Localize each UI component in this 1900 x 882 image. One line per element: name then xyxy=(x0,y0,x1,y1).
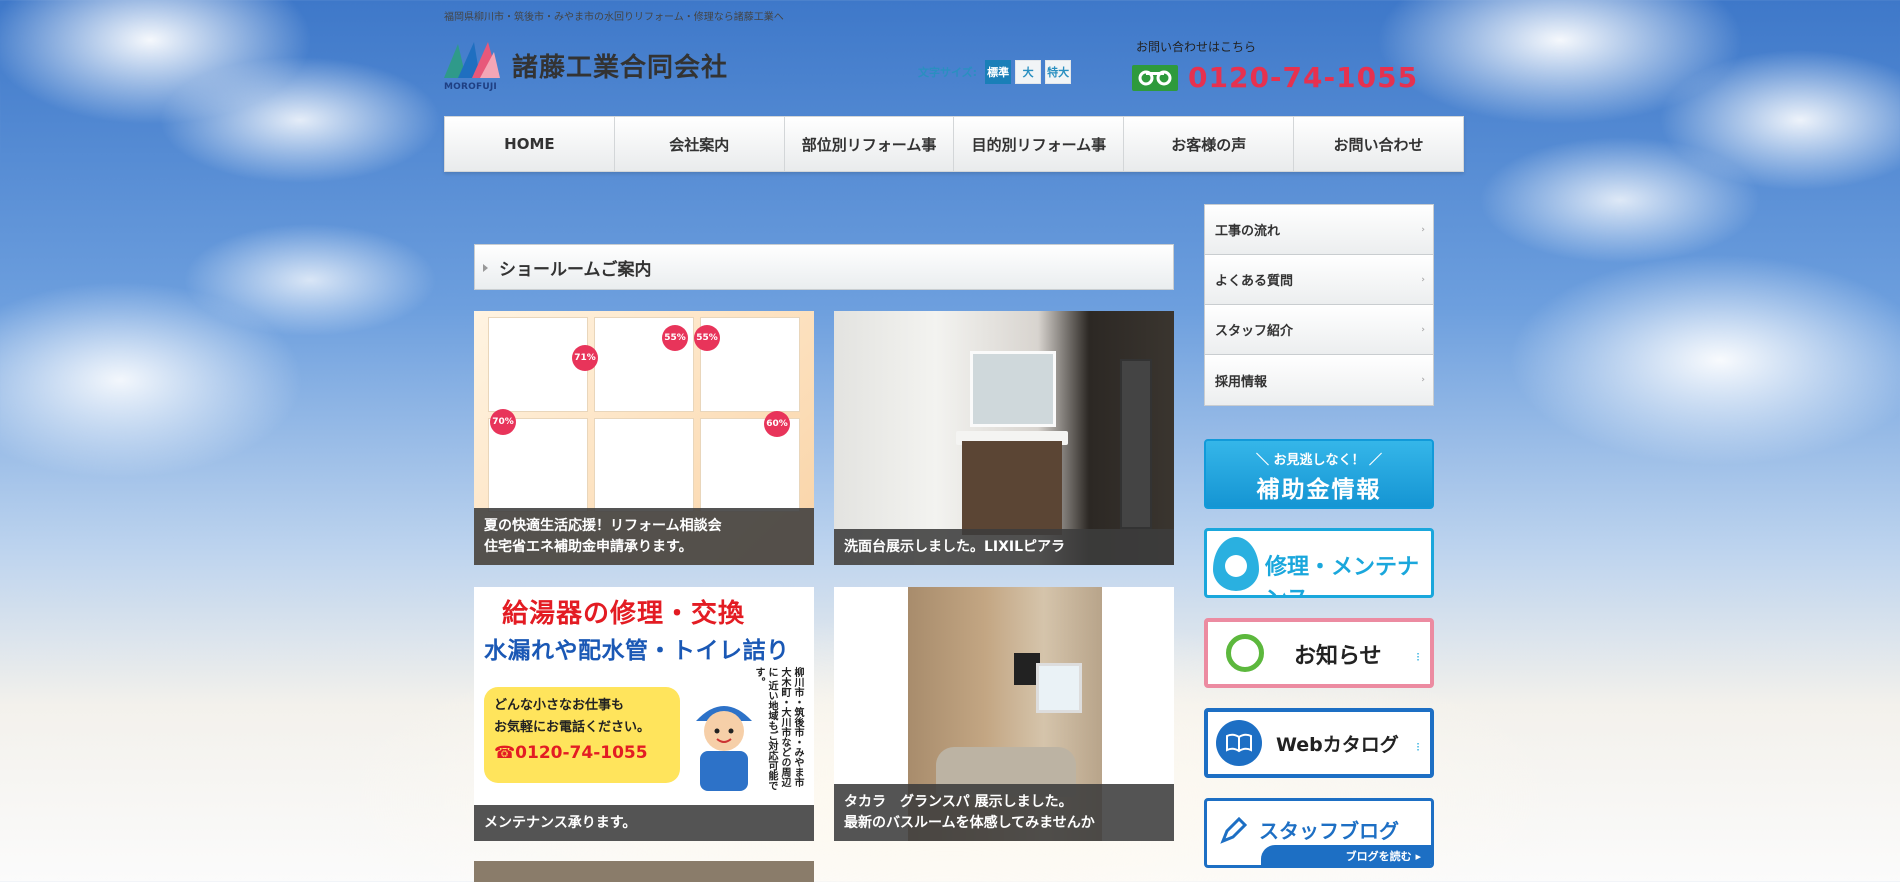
sidebar-item-staff[interactable]: スタッフ紹介 › xyxy=(1205,305,1433,355)
nav-company[interactable]: 会社案内 xyxy=(615,117,785,171)
news-banner[interactable]: お知らせ ⁝ xyxy=(1204,618,1434,688)
contact-block: お問い合わせはこちら 0120-74-1055 xyxy=(1132,38,1418,94)
repair-ad-bubble: どんな小さなお仕事も お気軽にお電話ください。 ☎0120-74-1055 xyxy=(484,687,680,783)
discount-badge: 71% xyxy=(572,345,598,371)
book-icon xyxy=(1216,720,1262,766)
vanity-image xyxy=(962,441,1062,535)
discount-badge: 55% xyxy=(694,325,720,351)
chevron-right-icon: › xyxy=(1421,325,1425,335)
repair-ad-subheadline: 水漏れや配水管・トイレ詰り xyxy=(484,638,790,664)
showroom-card-partial[interactable] xyxy=(474,861,814,882)
showroom-card-campaign[interactable]: 55% 55% 71% 70% 60% 夏の快適生活応援！リフォーム相談会 住宅… xyxy=(474,311,814,565)
font-size-xlarge-button[interactable]: 特大 xyxy=(1045,60,1072,84)
discount-badge: 70% xyxy=(490,409,516,435)
font-size-large-button[interactable]: 大 xyxy=(1015,60,1042,84)
nav-testimonials[interactable]: お客様の声 xyxy=(1124,117,1295,171)
sidebar-item-recruit[interactable]: 採用情報 › xyxy=(1205,355,1433,405)
flyer-image xyxy=(488,317,800,512)
card-caption: 洗面台展示しました。LIXILピアラ xyxy=(834,528,1174,565)
repair-ad-image: 給湯器の修理・交換 水漏れや配水管・トイレ詰り どんな小さなお仕事も お気軽にお… xyxy=(474,587,814,799)
arrow-dots-icon: ⁝ xyxy=(1416,740,1420,754)
card-caption: 夏の快適生活応援！リフォーム相談会 住宅省エネ補助金申請承ります。 xyxy=(474,508,814,565)
chevron-right-icon: › xyxy=(1421,275,1425,285)
service-area-text: 柳川市・筑後市・みやま市 大木町・大川市などの周辺に 近い地域もご対応可能です。 xyxy=(753,667,803,791)
logo-mark-icon: MOROFUJI xyxy=(444,38,500,92)
card-caption: タカラ グランスパ 展示しました。 最新のバスルームを体感してみませんか xyxy=(834,784,1174,841)
arrow-dots-icon: ⁝ xyxy=(1416,650,1420,664)
catalog-rack-image xyxy=(1120,359,1152,529)
nav-home[interactable]: HOME xyxy=(445,117,615,171)
nav-reform-by-part[interactable]: 部位別リフォーム事 xyxy=(785,117,955,171)
pen-icon xyxy=(1220,817,1247,844)
company-name: 諸藤工業合同会社 xyxy=(512,52,729,83)
logo-caption: MOROFUJI xyxy=(444,82,497,92)
repair-ad-headline: 給湯器の修理・交換 xyxy=(502,599,746,629)
chevron-right-icon: › xyxy=(1421,375,1425,385)
nav-reform-by-purpose[interactable]: 目的別リフォーム事 xyxy=(954,117,1125,171)
discount-badge: 60% xyxy=(764,411,790,437)
sidebar-item-faq[interactable]: よくある質問 › xyxy=(1205,255,1433,305)
freedial-icon xyxy=(1132,64,1178,91)
phone-number-link[interactable]: 0120-74-1055 xyxy=(1188,61,1418,94)
sidebar-item-construction-flow[interactable]: 工事の流れ › xyxy=(1205,205,1433,255)
refresh-icon xyxy=(1226,634,1264,672)
worker-illustration-icon xyxy=(696,706,752,791)
discount-badge: 55% xyxy=(662,325,688,351)
sidebar-menu: 工事の流れ › よくある質問 › スタッフ紹介 › 採用情報 › xyxy=(1204,204,1434,406)
site-tagline: 福岡県柳川市・筑後市・みやま市の水回りリフォーム・修理なら諸藤工業へ xyxy=(444,12,784,23)
font-size-switcher: 文字サイズ: 標準 大 特大 xyxy=(918,60,1072,84)
showroom-card-bathroom[interactable]: タカラ グランスパ 展示しました。 最新のバスルームを体感してみませんか xyxy=(834,587,1174,841)
card-caption: メンテナンス承ります。 xyxy=(474,804,814,841)
subsidy-banner[interactable]: ＼ お見逃しなく！ ／ 補助金情報 xyxy=(1204,439,1434,509)
staff-blog-banner[interactable]: スタッフブログ ブログを読む ▸ xyxy=(1204,798,1434,868)
font-size-label: 文字サイズ: xyxy=(918,66,978,79)
showroom-card-maintenance[interactable]: 給湯器の修理・交換 水漏れや配水管・トイレ詰り どんな小さなお仕事も お気軽にお… xyxy=(474,587,814,841)
section-title: ショールームご案内 xyxy=(474,244,1174,290)
global-nav: HOME 会社案内 部位別リフォーム事 目的別リフォーム事 お客様の声 お問い合… xyxy=(444,116,1464,172)
nav-contact[interactable]: お問い合わせ xyxy=(1294,117,1463,171)
web-catalog-banner[interactable]: Webカタログ ⁝ xyxy=(1204,708,1434,778)
contact-label: お問い合わせはこちら xyxy=(1136,40,1257,54)
showroom-card-vanity[interactable]: 洗面台展示しました。LIXILピアラ xyxy=(834,311,1174,565)
mirror-image xyxy=(970,351,1056,427)
chevron-right-icon: › xyxy=(1421,225,1425,235)
font-size-standard-button[interactable]: 標準 xyxy=(985,60,1012,84)
read-blog-link: ブログを読む ▸ xyxy=(1261,845,1431,865)
site-logo[interactable]: MOROFUJI 諸藤工業合同会社 xyxy=(444,38,728,92)
repair-maintenance-banner[interactable]: 修理・メンテナンス xyxy=(1204,528,1434,598)
page-wrapper: 福岡県柳川市・筑後市・みやま市の水回りリフォーム・修理なら諸藤工業へ MOROF… xyxy=(444,0,1464,882)
